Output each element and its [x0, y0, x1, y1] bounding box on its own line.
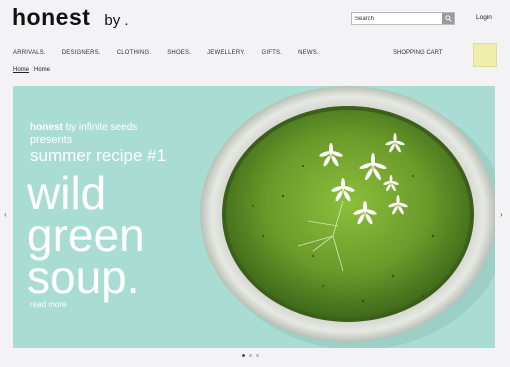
- breadcrumb-current: Home: [34, 67, 51, 73]
- hero-banner[interactable]: honest by infinite seeds presents summer…: [13, 86, 495, 348]
- site-logo[interactable]: honest by .: [12, 4, 129, 31]
- logo-suffix: by .: [104, 12, 129, 29]
- nav-item-news[interactable]: NEWS.: [298, 50, 319, 56]
- search-icon: [444, 15, 452, 22]
- nav-item-gifts[interactable]: GIFTS.: [262, 50, 283, 56]
- breadcrumb-home-link[interactable]: Home: [13, 67, 29, 73]
- hero-brand: honest: [30, 122, 63, 133]
- nav-item-designers[interactable]: DESIGNERS.: [62, 50, 101, 56]
- chevron-left-icon[interactable]: ‹: [4, 210, 7, 219]
- breadcrumb: Home Home: [13, 67, 50, 73]
- main-nav: ARRIVALS. DESIGNERS. CLOTHING. SHOES. JE…: [13, 50, 335, 56]
- logo-text: honest: [12, 4, 91, 30]
- carousel-dot[interactable]: [256, 354, 259, 357]
- carousel-dot[interactable]: [249, 354, 252, 357]
- hero-title: wild green soup.: [27, 167, 145, 303]
- hero-title-line: soup.: [27, 251, 140, 303]
- search-input[interactable]: [352, 14, 442, 23]
- nav-item-arrivals[interactable]: ARRIVALS.: [13, 50, 46, 56]
- carousel-dot[interactable]: [242, 354, 245, 357]
- hero-presents: presents: [30, 134, 73, 146]
- hero-recipe: summer recipe #1: [30, 146, 167, 165]
- read-more-link[interactable]: read more: [30, 300, 66, 309]
- hero-brand-by: by: [65, 122, 77, 133]
- hero-brand-line: honest by infinite seeds: [30, 122, 137, 133]
- nav-item-shoes[interactable]: SHOES.: [167, 50, 191, 56]
- cart-icon[interactable]: [473, 43, 497, 67]
- chevron-right-icon[interactable]: ›: [500, 210, 503, 219]
- hero-title-line: green: [27, 209, 145, 261]
- carousel-dots: [242, 354, 263, 357]
- login-link[interactable]: Login: [476, 14, 492, 21]
- hero-brand-partner: infinite seeds: [78, 122, 138, 133]
- shopping-cart-link[interactable]: SHOPPING CART: [393, 50, 443, 56]
- search-button[interactable]: [442, 13, 454, 24]
- search-bar: [351, 12, 455, 25]
- hero-title-line: wild: [27, 167, 107, 219]
- nav-item-clothing[interactable]: CLOTHING.: [117, 50, 151, 56]
- nav-item-jewellery[interactable]: JEWELLERY.: [207, 50, 245, 56]
